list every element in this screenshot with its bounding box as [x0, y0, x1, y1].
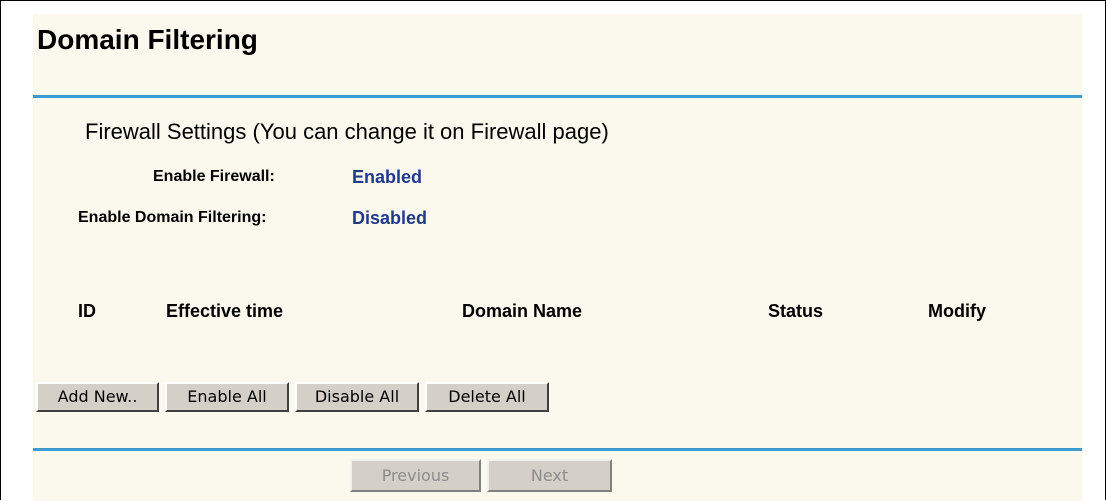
enable-all-button[interactable]: Enable All	[165, 382, 289, 412]
delete-all-button[interactable]: Delete All	[425, 382, 549, 412]
add-new-button[interactable]: Add New..	[36, 382, 159, 412]
column-header-status: Status	[768, 301, 824, 321]
disable-all-button[interactable]: Disable All	[295, 382, 419, 412]
column-header-domain-name: Domain Name	[462, 301, 583, 321]
firewall-settings-heading: Firewall Settings (You can change it on …	[85, 119, 609, 144]
domain-filtering-panel: Domain Filtering Firewall Settings (You …	[33, 14, 1082, 501]
enable-firewall-label: Enable Firewall:	[153, 168, 275, 185]
top-divider	[33, 95, 1082, 98]
column-header-id: ID	[78, 301, 96, 321]
enable-domain-filtering-label: Enable Domain Filtering:	[78, 209, 267, 226]
column-header-effective-time: Effective time	[166, 301, 284, 321]
enable-firewall-value: Enabled	[352, 167, 423, 187]
column-header-modify: Modify	[928, 301, 986, 321]
enable-domain-filtering-value: Disabled	[352, 208, 428, 228]
bottom-divider	[33, 448, 1082, 451]
previous-button[interactable]: Previous	[350, 459, 481, 492]
next-button[interactable]: Next	[487, 459, 612, 492]
page-title: Domain Filtering	[37, 24, 258, 55]
